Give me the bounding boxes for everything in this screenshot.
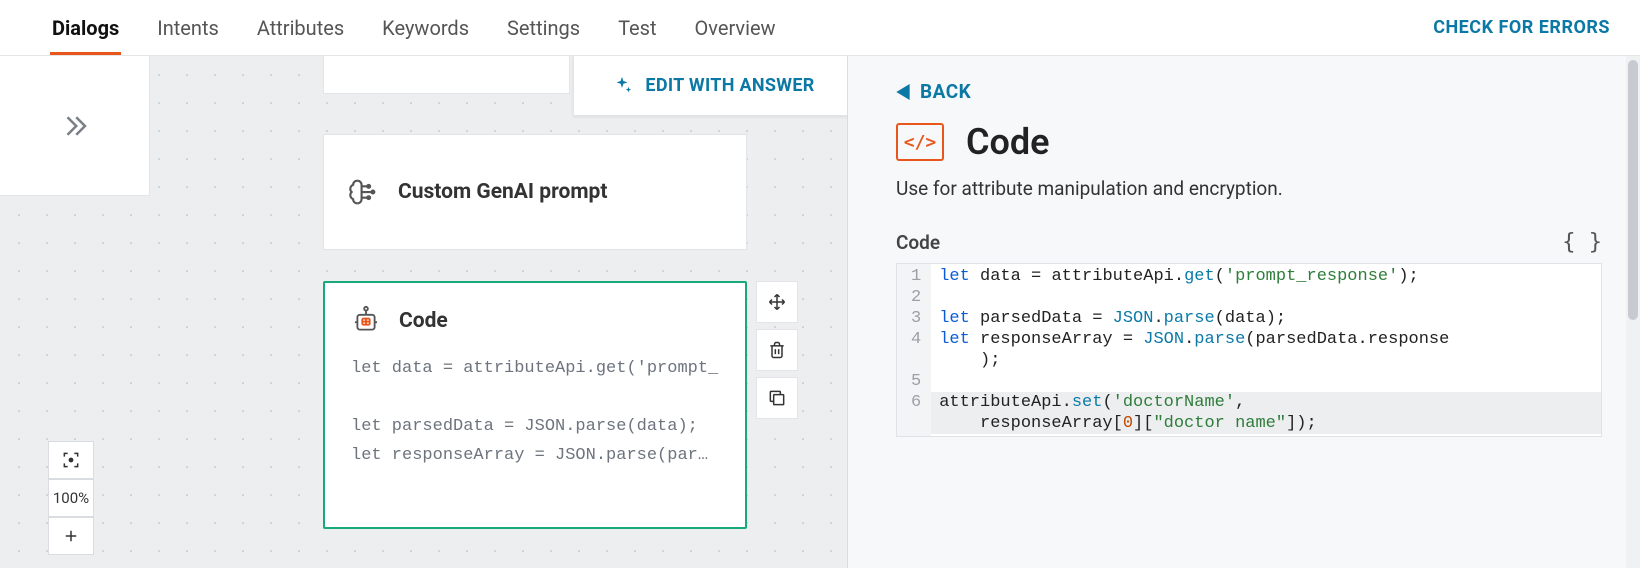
zoom-controls: 100%: [48, 441, 94, 555]
scrollbar-thumb[interactable]: [1628, 60, 1638, 320]
previous-node-peek: [323, 56, 570, 94]
tab-overview[interactable]: Overview: [693, 2, 778, 54]
zoom-level-label: 100%: [48, 479, 94, 517]
flow-canvas[interactable]: EDIT WITH ANSWER Custom GenAI prompt: [0, 56, 848, 568]
back-button[interactable]: BACK: [896, 80, 971, 103]
check-errors-button[interactable]: CHECK FOR ERRORS: [1433, 17, 1610, 38]
vertical-scrollbar[interactable]: [1626, 56, 1640, 568]
detail-pane: BACK </> Code Use for attribute manipula…: [848, 56, 1640, 568]
edit-with-answer-label: EDIT WITH ANSWER: [645, 75, 814, 96]
node-code-snippet: let data = attributeApi.get('prompt_ let…: [351, 355, 719, 471]
plus-icon: [62, 527, 80, 545]
node-genai-prompt[interactable]: Custom GenAI prompt: [323, 134, 747, 250]
node-code[interactable]: Code let data = attributeApi.get('prompt…: [323, 281, 747, 529]
move-node-button[interactable]: [756, 281, 798, 323]
delete-node-button[interactable]: [756, 329, 798, 371]
tab-test[interactable]: Test: [616, 2, 658, 54]
node-actions: [756, 281, 800, 419]
triangle-left-icon: [896, 84, 910, 100]
node-genai-prompt-title: Custom GenAI prompt: [398, 180, 607, 204]
node-code-title: Code: [399, 309, 448, 333]
editor-section-label: Code: [896, 231, 940, 254]
tab-list: Dialogs Intents Attributes Keywords Sett…: [50, 2, 778, 54]
editor-body[interactable]: let data = attributeApi.get('prompt_resp…: [931, 264, 1601, 436]
editor-label-row: Code { }: [896, 230, 1602, 255]
move-icon: [767, 292, 787, 312]
zoom-fit-button[interactable]: [48, 441, 94, 479]
brain-icon: [346, 175, 380, 209]
detail-header: </> Code: [896, 121, 1602, 163]
tab-attributes[interactable]: Attributes: [255, 2, 346, 54]
trash-icon: [767, 340, 787, 360]
detail-description: Use for attribute manipulation and encry…: [896, 177, 1602, 200]
copy-icon: [767, 388, 787, 408]
detail-title: Code: [966, 121, 1050, 163]
code-icon: </>: [896, 123, 944, 161]
zoom-in-button[interactable]: [48, 517, 94, 555]
main-tabbar: Dialogs Intents Attributes Keywords Sett…: [0, 0, 1640, 56]
editor-gutter: 123456: [897, 264, 931, 436]
focus-icon: [61, 450, 81, 470]
sparkle-icon: [611, 75, 633, 97]
tab-intents[interactable]: Intents: [155, 2, 221, 54]
expand-editor-button[interactable]: { }: [1562, 230, 1602, 255]
duplicate-node-button[interactable]: [756, 377, 798, 419]
code-editor[interactable]: 123456 let data = attributeApi.get('prom…: [896, 263, 1602, 437]
back-label: BACK: [920, 80, 971, 103]
tab-dialogs[interactable]: Dialogs: [50, 2, 121, 54]
tab-keywords[interactable]: Keywords: [380, 2, 471, 54]
expand-sidebar-button[interactable]: [0, 56, 150, 196]
robot-icon: [351, 305, 381, 337]
chevrons-right-icon: [60, 111, 90, 141]
node-code-header: Code: [351, 305, 719, 337]
edit-with-answer-button[interactable]: EDIT WITH ANSWER: [573, 56, 848, 116]
tab-settings[interactable]: Settings: [505, 2, 582, 54]
